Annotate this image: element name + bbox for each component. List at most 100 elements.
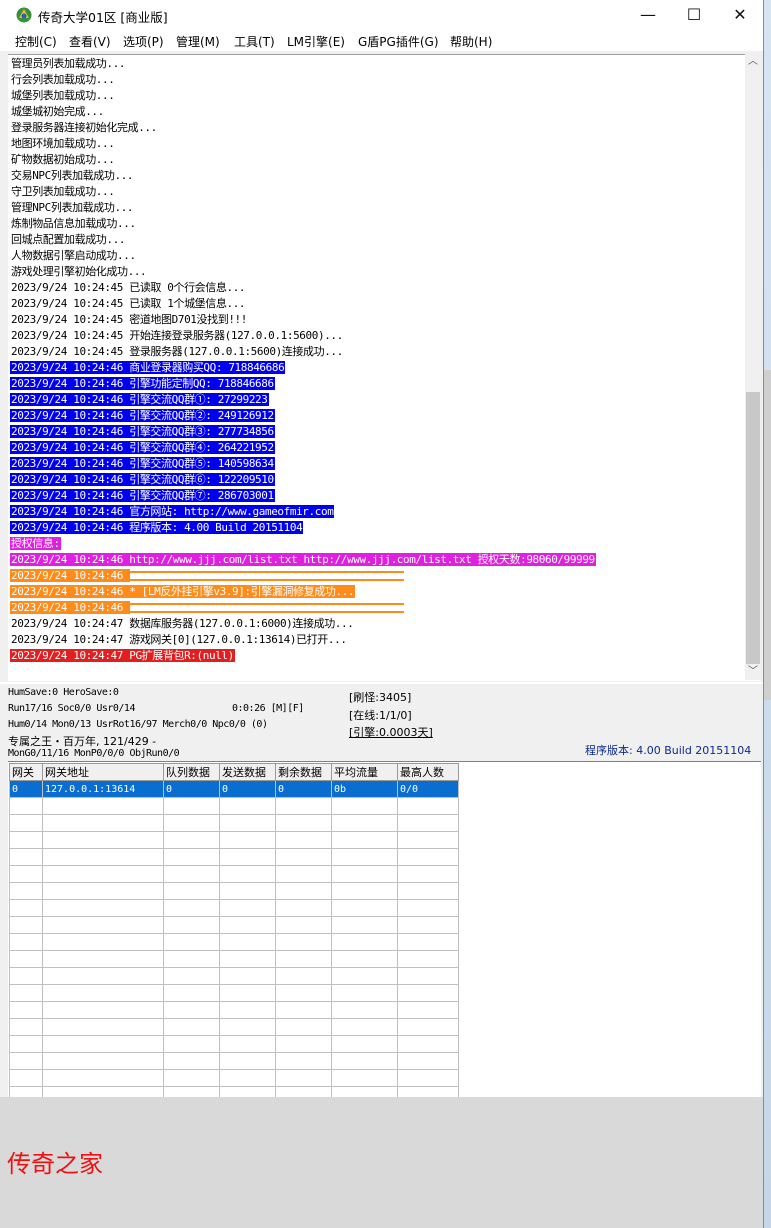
table-cell — [275, 1069, 332, 1087]
col-max-users[interactable]: 最高人数 — [397, 763, 459, 781]
table-cell — [331, 1018, 398, 1036]
col-send-data[interactable]: 发送数据 — [219, 763, 276, 781]
table-row[interactable] — [9, 1069, 459, 1087]
log-line: 2023/9/24 10:24:45 已读取 0个行会信息... — [10, 280, 742, 296]
scroll-up-arrow-icon[interactable]: ︿ — [745, 54, 761, 70]
table-cell — [275, 933, 332, 951]
table-row[interactable] — [9, 848, 459, 866]
online-count: [在线:1/1/0] — [349, 709, 412, 722]
table-cell — [397, 814, 459, 832]
log-line: 交易NPC列表加载成功... — [10, 168, 742, 184]
menu-tools[interactable]: 工具(T) — [234, 33, 275, 50]
table-cell: 0 — [163, 780, 220, 798]
table-row[interactable] — [9, 950, 459, 968]
table-cell — [9, 916, 43, 934]
table-cell — [219, 814, 276, 832]
menu-manage[interactable]: 管理(M) — [176, 33, 220, 50]
log-line-text: 2023/9/24 10:24:46 引擎交流QQ群④: 264221952 — [10, 441, 275, 454]
table-row[interactable] — [9, 899, 459, 917]
log-line-text: 游戏处理引擎初始化成功... — [11, 265, 147, 278]
table-row[interactable] — [9, 1018, 459, 1036]
log-line: 城堡城初始完成... — [10, 104, 742, 120]
log-scroll-thumb[interactable] — [746, 392, 760, 664]
menu-options[interactable]: 选项(P) — [123, 33, 164, 50]
table-row[interactable] — [9, 984, 459, 1002]
log-line-text: 2023/9/24 10:24:46 商业登录器购买QQ: 718846686 — [10, 361, 286, 374]
table-cell — [9, 899, 43, 917]
table-cell — [397, 1018, 459, 1036]
table-cell — [42, 882, 164, 900]
log-line-text: 2023/9/24 10:24:45 密道地图D701没找到!!! — [11, 313, 247, 326]
table-cell — [42, 865, 164, 883]
col-gateway-address[interactable]: 网关地址 — [42, 763, 164, 781]
log-line: 2023/9/24 10:24:45 密道地图D701没找到!!! — [10, 312, 742, 328]
table-cell — [9, 1035, 43, 1053]
table-row[interactable] — [9, 865, 459, 883]
col-queue-data[interactable]: 队列数据 — [163, 763, 220, 781]
table-row[interactable] — [9, 1052, 459, 1070]
table-row[interactable] — [9, 814, 459, 832]
log-line: 2023/9/24 10:24:45 已读取 1个城堡信息... — [10, 296, 742, 312]
table-cell — [331, 1052, 398, 1070]
table-cell — [275, 1018, 332, 1036]
log-line-text: 2023/9/24 10:24:46 引擎交流QQ群⑦: 286703001 — [10, 489, 275, 502]
table-cell — [397, 1035, 459, 1053]
col-remaining-data[interactable]: 剩余数据 — [275, 763, 332, 781]
table-cell — [163, 899, 220, 917]
log-panel[interactable]: 管理员列表加载成功... 行会列表加载成功... 城堡列表加载成功... 城堡城初始完… — [8, 54, 761, 681]
table-row[interactable] — [9, 1035, 459, 1053]
table-cell — [275, 1035, 332, 1053]
table-cell — [219, 1052, 276, 1070]
status-panel: HumSave:0 HeroSave:0 Run17/16 Soc0/0 Usr… — [0, 682, 763, 762]
table-row[interactable] — [9, 831, 459, 849]
table-row[interactable] — [9, 916, 459, 934]
log-line-text: 2023/9/24 10:24:46 http://www.jjj.com/li… — [10, 553, 596, 566]
log-line: 2023/9/24 10:24:46 商业登录器购买QQ: 718846686 — [10, 360, 742, 376]
title-bar[interactable]: 传奇大学01区 [商业版] — ☐ ✕ — [0, 0, 763, 31]
table-cell — [163, 831, 220, 849]
log-line: 2023/9/24 10:24:46 引擎交流QQ群②: 249126912 — [10, 408, 742, 424]
col-gateway[interactable]: 网关 — [9, 763, 43, 781]
table-cell — [163, 1052, 220, 1070]
log-line: 2023/9/24 10:24:46 — [10, 600, 742, 616]
menu-pg-plugin[interactable]: G盾PG插件(G) — [358, 33, 439, 50]
log-scrollbar[interactable]: ︿ ﹀ — [745, 54, 761, 680]
table-row[interactable] — [9, 1001, 459, 1019]
table-cell — [42, 1018, 164, 1036]
scroll-down-arrow-icon[interactable]: ﹀ — [745, 664, 761, 680]
table-cell — [397, 848, 459, 866]
table-cell — [397, 1001, 459, 1019]
menu-lm-engine[interactable]: LM引擎(E) — [287, 33, 345, 50]
menu-view[interactable]: 查看(V) — [69, 33, 111, 50]
table-row[interactable] — [9, 882, 459, 900]
close-button[interactable]: ✕ — [717, 0, 763, 31]
table-cell — [9, 814, 43, 832]
table-cell — [331, 899, 398, 917]
minimize-button[interactable]: — — [625, 0, 671, 31]
table-cell — [219, 882, 276, 900]
log-line: 2023/9/24 10:24:46 引擎交流QQ群①: 27299223 — [10, 392, 742, 408]
table-row[interactable] — [9, 797, 459, 815]
table-row[interactable] — [9, 933, 459, 951]
table-cell — [275, 814, 332, 832]
log-line-text: 守卫列表加载成功... — [11, 185, 115, 198]
table-cell — [331, 865, 398, 883]
table-cell — [275, 899, 332, 917]
menu-help[interactable]: 帮助(H) — [450, 33, 492, 50]
table-row[interactable] — [9, 967, 459, 985]
version-label: 程序版本: 4.00 Build 20151104 — [585, 744, 752, 757]
log-line: 地图环境加载成功... — [10, 136, 742, 152]
log-line-text: 2023/9/24 10:24:46 引擎交流QQ群⑥: 122209510 — [10, 473, 275, 486]
log-line-text: 2023/9/24 10:24:46 引擎功能定制QQ: 718846686 — [10, 377, 275, 390]
log-line-text: 授权信息: — [10, 537, 61, 550]
log-line-text: 2023/9/24 10:24:46 — [10, 569, 131, 582]
maximize-button[interactable]: ☐ — [671, 0, 717, 31]
watermark-text: 传奇之家 — [7, 1150, 103, 1178]
table-row[interactable]: 0 127.0.0.1:13614 0 0 0 0b 0/0 — [9, 780, 459, 798]
col-avg-traffic[interactable]: 平均流量 — [331, 763, 398, 781]
table-cell — [9, 865, 43, 883]
menu-control[interactable]: 控制(C) — [15, 33, 57, 50]
log-lines: 管理员列表加载成功... 行会列表加载成功... 城堡列表加载成功... 城堡城初始完… — [10, 56, 742, 664]
table-cell — [275, 1001, 332, 1019]
table-cell — [275, 916, 332, 934]
